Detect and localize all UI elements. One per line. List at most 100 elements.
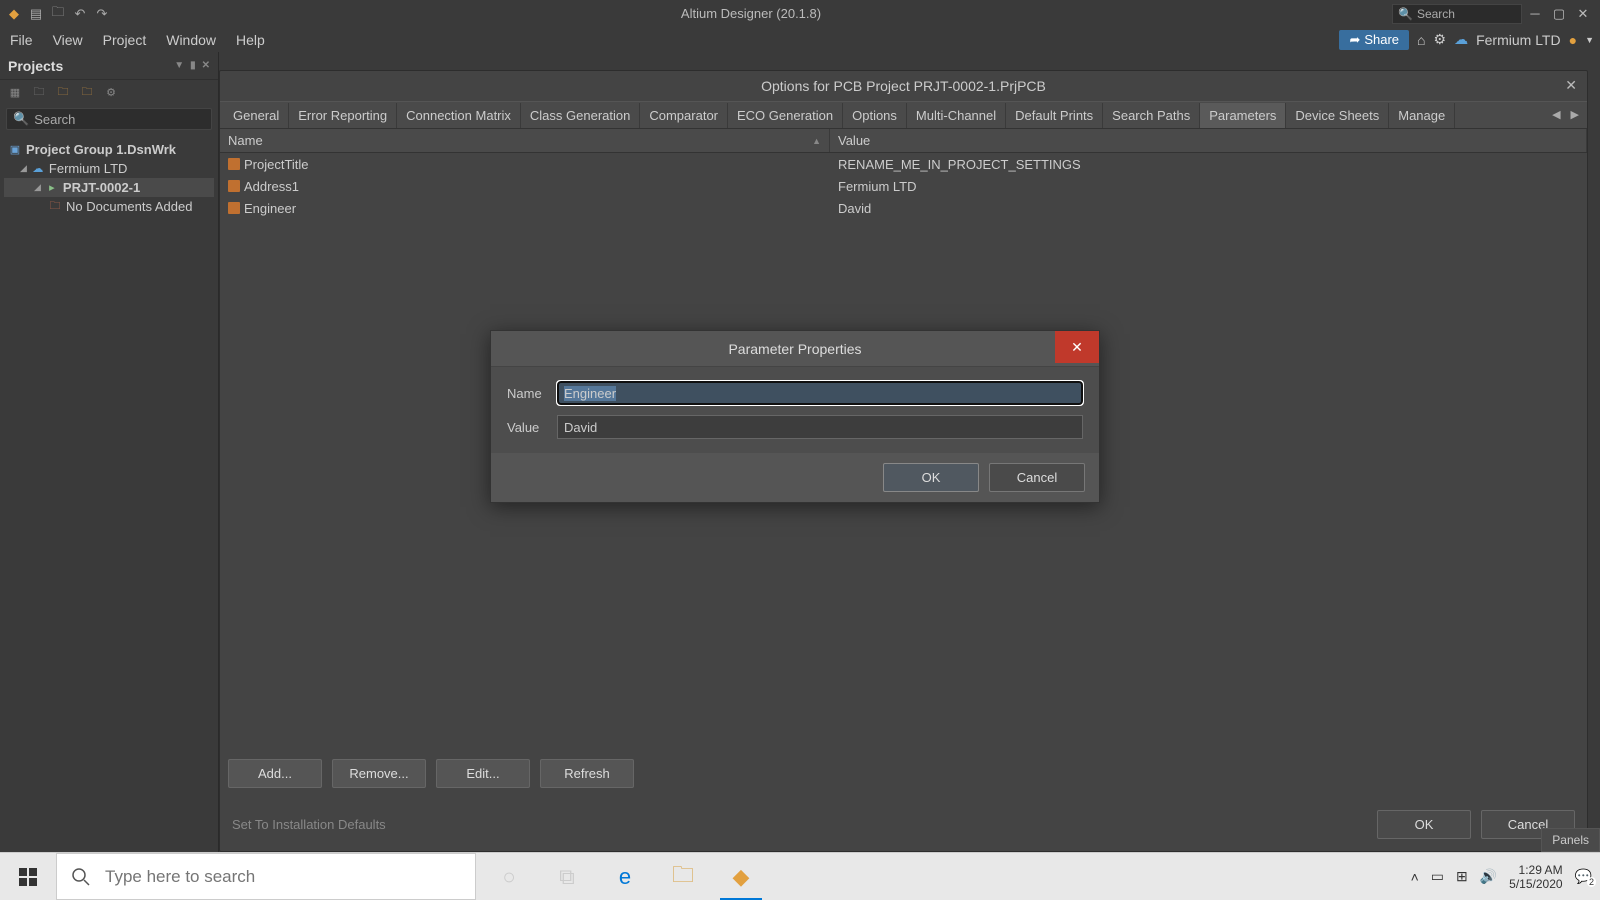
col-header-value[interactable]: Value (830, 129, 1587, 152)
tab-comparator[interactable]: Comparator (640, 103, 728, 128)
param-row[interactable]: Address1 Fermium LTD (220, 175, 1587, 197)
menu-project[interactable]: Project (99, 30, 151, 50)
remove-button[interactable]: Remove... (332, 759, 426, 788)
dialog-titlebar[interactable]: Parameter Properties ✕ (491, 331, 1099, 367)
param-row[interactable]: ProjectTitle RENAME_ME_IN_PROJECT_SETTIN… (220, 153, 1587, 175)
notifications-icon[interactable]: 💬2 (1575, 868, 1592, 885)
tree-empty-label: No Documents Added (66, 199, 192, 214)
param-icon (228, 202, 240, 214)
param-value: Fermium LTD (830, 179, 1587, 194)
battery-icon[interactable]: ▭ (1431, 868, 1444, 885)
menu-help[interactable]: Help (232, 30, 269, 50)
menu-window[interactable]: Window (162, 30, 220, 50)
dialog-value-input[interactable] (557, 415, 1083, 439)
org-name[interactable]: Fermium LTD (1476, 32, 1561, 48)
dialog-value-label: Value (507, 420, 557, 435)
cortana-icon[interactable]: ○ (482, 853, 536, 900)
param-icon (228, 180, 240, 192)
minimize-button[interactable]: ─ (1524, 3, 1546, 25)
tab-search-paths[interactable]: Search Paths (1103, 103, 1200, 128)
tabs-scroll-left-icon[interactable]: ◀ (1548, 106, 1564, 123)
undo-icon[interactable]: ↶ (72, 6, 88, 22)
tab-eco-generation[interactable]: ECO Generation (728, 103, 843, 128)
home-icon[interactable]: ⌂ (1417, 32, 1425, 48)
dialog-name-label: Name (507, 386, 557, 401)
projects-search[interactable]: 🔍 Search (6, 108, 212, 130)
param-name: Engineer (244, 201, 296, 216)
taskbar-search[interactable] (56, 853, 476, 900)
expand-icon[interactable]: ◢ (34, 182, 41, 193)
save-icon[interactable]: ▤ (28, 6, 44, 22)
tabs-scroll-right-icon[interactable]: ▶ (1567, 106, 1583, 123)
tab-default-prints[interactable]: Default Prints (1006, 103, 1103, 128)
tree-group[interactable]: ▣ Project Group 1.DsnWrk (4, 140, 214, 159)
taskbar-apps: ○ ⧉ e 🗀 ◆ (482, 853, 768, 900)
set-defaults-link[interactable]: Set To Installation Defaults (232, 817, 386, 832)
dialog-cancel-button[interactable]: Cancel (989, 463, 1085, 492)
redo-icon[interactable]: ↷ (94, 6, 110, 22)
toolbar-settings-icon[interactable]: ⚙ (104, 85, 118, 99)
panels-button[interactable]: Panels (1541, 828, 1600, 852)
panel-pin-icon[interactable]: ▮ (190, 60, 196, 71)
param-value: David (830, 201, 1587, 216)
taskbar-search-input[interactable] (105, 867, 475, 887)
dialog-ok-button[interactable]: OK (883, 463, 979, 492)
share-button[interactable]: ➦ Share (1339, 30, 1409, 50)
tab-class-generation[interactable]: Class Generation (521, 103, 640, 128)
options-doc-close-icon[interactable]: ✕ (1565, 77, 1577, 94)
toolbar-open-icon[interactable]: 🗀 (32, 85, 46, 99)
tab-multi-channel[interactable]: Multi-Channel (907, 103, 1006, 128)
titlebar-search[interactable]: 🔍 Search (1392, 4, 1522, 24)
panel-dropdown-icon[interactable]: ▼ (174, 60, 184, 71)
param-value: RENAME_ME_IN_PROJECT_SETTINGS (830, 157, 1587, 172)
tab-parameters[interactable]: Parameters (1200, 103, 1286, 128)
tab-options[interactable]: Options (843, 103, 907, 128)
settings-icon[interactable]: ⚙ (1434, 31, 1447, 48)
panel-close-icon[interactable]: ✕ (202, 60, 210, 71)
maximize-button[interactable]: ▢ (1548, 3, 1570, 25)
col-header-name-label: Name (228, 133, 263, 148)
edit-button[interactable]: Edit... (436, 759, 530, 788)
explorer-icon[interactable]: 🗀 (656, 853, 710, 900)
windows-taskbar: ○ ⧉ e 🗀 ◆ ˄ ▭ ⊞ 🔊 1:29 AM 5/15/2020 💬2 (0, 852, 1600, 900)
tree-org[interactable]: ◢ ☁ Fermium LTD (4, 159, 214, 178)
tree-group-label: Project Group 1.DsnWrk (26, 142, 176, 157)
tab-general[interactable]: General (224, 103, 289, 128)
dialog-close-button[interactable]: ✕ (1055, 331, 1099, 363)
task-view-icon[interactable]: ⧉ (540, 853, 594, 900)
options-ok-button[interactable]: OK (1377, 810, 1471, 839)
expand-icon[interactable]: ◢ (20, 163, 27, 174)
param-row[interactable]: Engineer David (220, 197, 1587, 219)
close-button[interactable]: ✕ (1572, 3, 1594, 25)
tree-project[interactable]: ◢ ▸ PRJT-0002-1 (4, 178, 214, 197)
toolbar-folder2-icon[interactable]: 🗀 (80, 85, 94, 99)
menubar-menus: File View Project Window Help (6, 30, 269, 50)
titlebar: ◆ ▤ 🗀 ↶ ↷ Altium Designer (20.1.8) 🔍 Sea… (0, 0, 1600, 27)
open-icon[interactable]: 🗀 (50, 6, 66, 22)
add-button[interactable]: Add... (228, 759, 322, 788)
taskbar-clock[interactable]: 1:29 AM 5/15/2020 (1509, 863, 1562, 891)
tab-device-sheets[interactable]: Device Sheets (1286, 103, 1389, 128)
refresh-button[interactable]: Refresh (540, 759, 634, 788)
col-header-name[interactable]: Name ▲ (220, 129, 830, 152)
network-icon[interactable]: ⊞ (1456, 868, 1468, 885)
menu-file[interactable]: File (6, 30, 37, 50)
volume-icon[interactable]: 🔊 (1480, 868, 1497, 885)
user-avatar-icon[interactable]: ● (1569, 32, 1577, 48)
start-button[interactable] (0, 853, 56, 900)
taskbar-date: 5/15/2020 (1509, 877, 1562, 891)
toolbar-new-icon[interactable]: ▦ (8, 85, 22, 99)
projects-panel-header: Projects ▼ ▮ ✕ (0, 52, 218, 80)
tab-connection-matrix[interactable]: Connection Matrix (397, 103, 521, 128)
edge-icon[interactable]: e (598, 853, 652, 900)
tab-manage[interactable]: Manage (1389, 103, 1455, 128)
tray-expand-icon[interactable]: ˄ (1411, 869, 1419, 885)
tree-empty[interactable]: 🗀 No Documents Added (4, 197, 214, 216)
dialog-name-input[interactable] (557, 381, 1083, 405)
tab-error-reporting[interactable]: Error Reporting (289, 103, 397, 128)
toolbar-folder-icon[interactable]: 🗀 (56, 85, 70, 99)
cloud-icon: ☁ (31, 162, 45, 176)
altium-icon[interactable]: ◆ (714, 853, 768, 900)
chevron-down-icon[interactable]: ▼ (1585, 35, 1594, 45)
menu-view[interactable]: View (49, 30, 87, 50)
